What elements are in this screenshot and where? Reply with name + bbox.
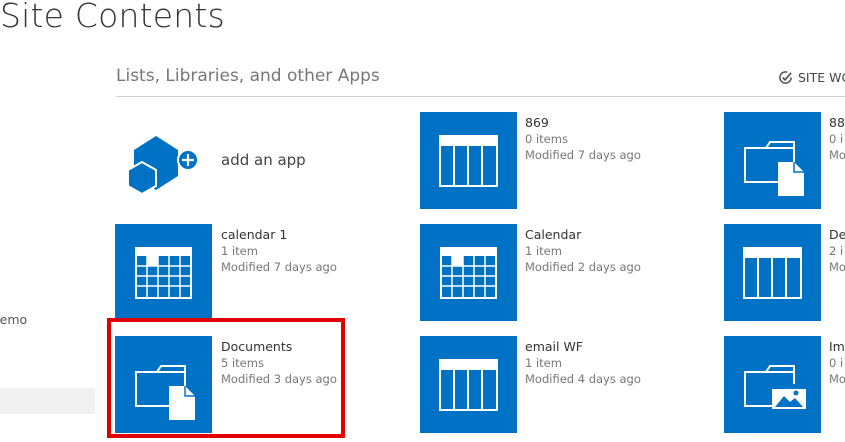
site-workflows-link[interactable]: SITE WC <box>778 70 845 85</box>
app-count: 5 items <box>221 356 264 370</box>
app-info-im: Im 0 i Mo <box>829 338 845 387</box>
app-count: 0 items <box>525 132 568 146</box>
app-info-88: 88 0 i Mo <box>829 114 845 163</box>
app-tile-calendar-1[interactable] <box>115 224 212 321</box>
section-divider <box>116 96 845 97</box>
app-modified: Modified 3 days ago <box>221 372 337 386</box>
sidebar-item-demo[interactable]: Demo <box>0 312 27 327</box>
app-count: 2 i <box>829 244 844 258</box>
app-tile-documents[interactable] <box>115 336 212 433</box>
app-name[interactable]: Documents <box>221 338 337 355</box>
app-count: 0 i <box>829 356 844 370</box>
app-info-documents: Documents 5 items Modified 3 days ago <box>221 338 337 387</box>
app-name[interactable]: Im <box>829 338 845 355</box>
app-modified: Modified 2 days ago <box>525 260 641 274</box>
document-library-icon <box>135 365 195 420</box>
picture-library-icon <box>744 365 806 414</box>
list-icon <box>439 135 498 187</box>
app-count: 1 item <box>525 356 562 370</box>
app-tile-im[interactable] <box>724 336 821 433</box>
app-info-email-wf: email WF 1 item Modified 4 days ago <box>525 338 641 387</box>
app-tile-calendar[interactable] <box>420 224 517 321</box>
app-count: 0 i <box>829 132 844 146</box>
app-name[interactable]: Calendar <box>525 226 641 243</box>
app-tile-email-wf[interactable] <box>420 336 517 433</box>
list-icon <box>439 359 498 411</box>
app-tile-869[interactable] <box>420 112 517 209</box>
page-title: Site Contents <box>0 0 225 35</box>
app-info-calendar: Calendar 1 item Modified 2 days ago <box>525 226 641 275</box>
sidebar-selected-bar[interactable] <box>0 388 95 414</box>
document-library-icon <box>744 141 804 196</box>
workflow-check-icon <box>779 71 792 84</box>
add-app-label[interactable]: add an app <box>221 151 306 169</box>
app-modified: Modified 7 days ago <box>221 260 337 274</box>
add-app-icon[interactable] <box>126 124 206 198</box>
app-info-869: 869 0 items Modified 7 days ago <box>525 114 641 163</box>
app-modified: Mo <box>829 372 845 386</box>
app-modified: Mo <box>829 148 845 162</box>
app-modified: Modified 7 days ago <box>525 148 641 162</box>
app-count: 1 item <box>525 244 562 258</box>
app-tile-88[interactable] <box>724 112 821 209</box>
app-modified: Mo <box>829 260 845 274</box>
app-name[interactable]: De <box>829 226 845 243</box>
calendar-icon <box>135 247 192 299</box>
list-icon <box>743 247 802 299</box>
app-count: 1 item <box>221 244 258 258</box>
site-workflows-label: SITE WC <box>798 70 845 85</box>
app-name[interactable]: email WF <box>525 338 641 355</box>
app-modified: Modified 4 days ago <box>525 372 641 386</box>
app-info-de: De 2 i Mo <box>829 226 845 275</box>
app-name[interactable]: calendar 1 <box>221 226 337 243</box>
calendar-icon <box>440 247 497 299</box>
app-info-calendar-1: calendar 1 1 item Modified 7 days ago <box>221 226 337 275</box>
app-name[interactable]: 88 <box>829 114 845 131</box>
app-tile-de[interactable] <box>724 224 821 321</box>
section-heading: Lists, Libraries, and other Apps <box>116 66 380 86</box>
app-name[interactable]: 869 <box>525 114 641 131</box>
